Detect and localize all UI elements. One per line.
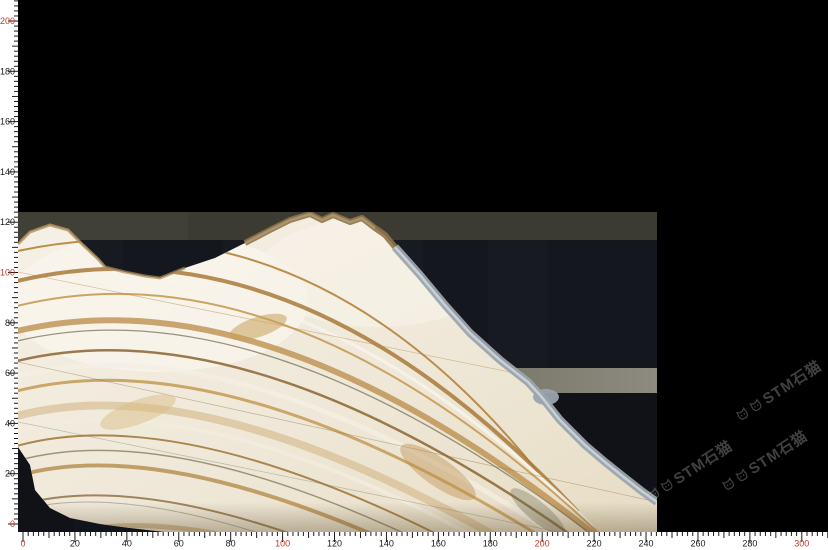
cat-logo-icon [719, 475, 737, 493]
svg-text:40: 40 [122, 539, 132, 549]
svg-text:0: 0 [10, 519, 15, 529]
slab-viewer: 0 20 40 60 80 100 120 140 160 180 200 0 20 40 60 80 100… [0, 0, 828, 550]
horizontal-ruler: 0 20 40 60 80 100 120 140 160 180 200 220 240 260 280 3… [0, 532, 828, 550]
svg-text:260: 260 [690, 539, 705, 549]
svg-text:40: 40 [5, 418, 15, 428]
cat-logo-icon [658, 476, 676, 494]
svg-text:20: 20 [70, 539, 80, 549]
svg-text:100: 100 [275, 539, 290, 549]
svg-text:120: 120 [0, 217, 15, 227]
svg-text:20: 20 [5, 469, 15, 479]
svg-text:120: 120 [327, 539, 342, 549]
svg-text:100: 100 [0, 268, 15, 278]
svg-text:180: 180 [0, 66, 15, 76]
svg-text:60: 60 [5, 368, 15, 378]
cat-logo-icon [747, 396, 765, 414]
cat-logo-icon [733, 466, 751, 484]
svg-text:0: 0 [20, 539, 25, 549]
svg-text:180: 180 [483, 539, 498, 549]
svg-text:80: 80 [5, 318, 15, 328]
watermark: STM石猫 [717, 425, 811, 496]
svg-text:220: 220 [587, 539, 602, 549]
slab-image [18, 212, 657, 532]
watermark: STM石猫 [731, 355, 825, 426]
svg-text:160: 160 [431, 539, 446, 549]
scan-viewport[interactable] [18, 212, 657, 532]
svg-text:160: 160 [0, 117, 15, 127]
watermark-text: STM石猫 [669, 435, 736, 489]
svg-text:240: 240 [639, 539, 654, 549]
svg-text:60: 60 [174, 539, 184, 549]
cat-logo-icon [733, 405, 751, 423]
svg-text:140: 140 [0, 167, 15, 177]
svg-text:140: 140 [379, 539, 394, 549]
vertical-ruler: 0 20 40 60 80 100 120 140 160 180 200 [0, 0, 18, 532]
svg-text:200: 200 [0, 16, 15, 26]
svg-text:280: 280 [742, 539, 757, 549]
svg-text:200: 200 [535, 539, 550, 549]
watermark-text: STM石猫 [758, 355, 825, 409]
svg-text:300: 300 [794, 539, 809, 549]
watermark-text: STM石猫 [744, 425, 811, 479]
svg-text:80: 80 [226, 539, 236, 549]
